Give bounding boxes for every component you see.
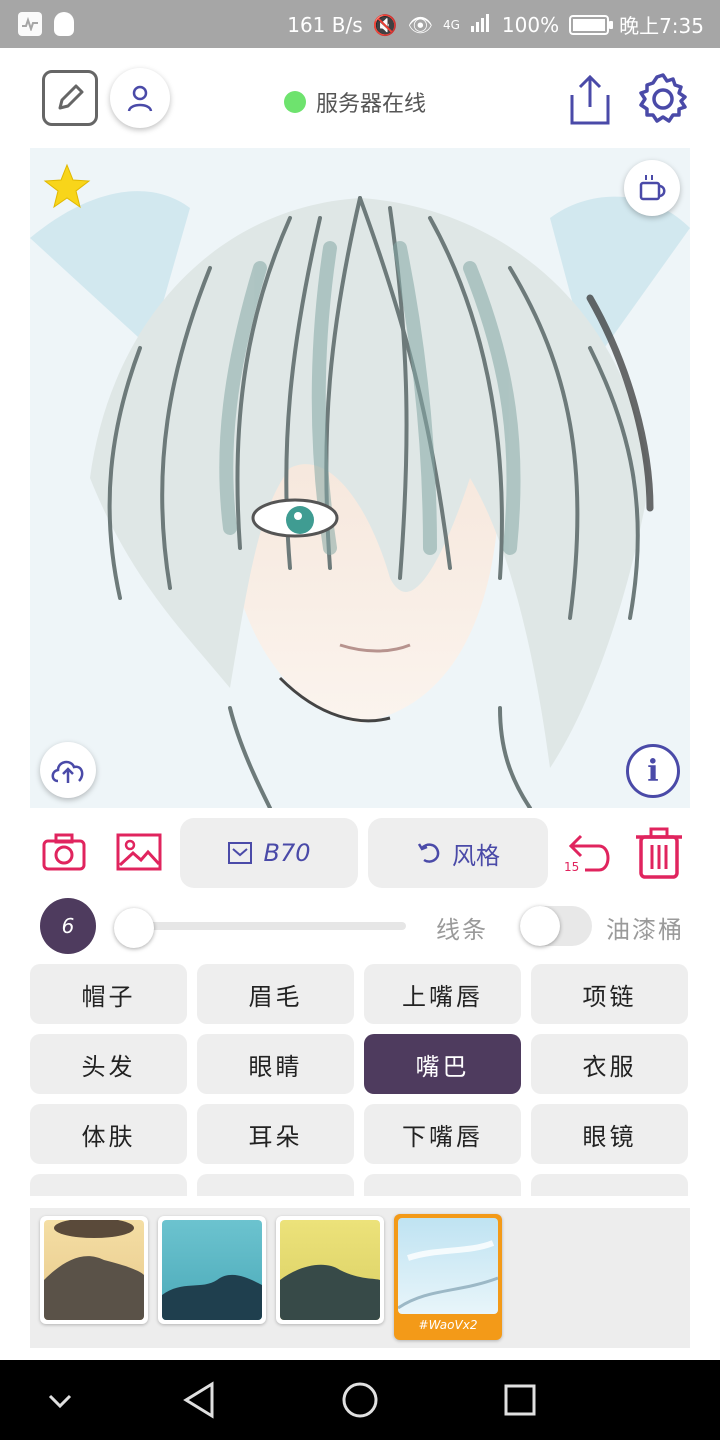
style-thumbnails: #WaoVx2	[30, 1208, 690, 1348]
status-dot	[284, 91, 306, 113]
favorite-button[interactable]	[42, 162, 92, 212]
coffee-button[interactable]	[624, 160, 680, 216]
style-preview-image	[280, 1264, 380, 1320]
back-button[interactable]	[182, 1380, 218, 1420]
home-button[interactable]	[340, 1380, 380, 1420]
status-left-icons	[18, 12, 74, 36]
parts-grid: 帽子 眉毛 上嘴唇 项链头发 眼睛 嘴巴 衣服体肤 耳朵 下嘴唇 眼镜	[30, 964, 688, 1196]
eye-icon: 👁	[407, 12, 433, 37]
status-right: 161 B/s 🔇 👁 4G 100% 晚上7:35	[287, 10, 704, 39]
style-thumbnail[interactable]	[158, 1216, 266, 1324]
info-button[interactable]: i	[626, 744, 680, 798]
part-button[interactable]: 头发	[30, 1034, 187, 1094]
activity-icon	[18, 12, 42, 36]
trash-icon	[636, 827, 682, 879]
part-button[interactable]: 上嘴唇	[364, 964, 521, 1024]
gallery-button[interactable]	[114, 830, 164, 874]
undo-count: 15	[564, 860, 580, 874]
user-icon	[127, 85, 153, 112]
paint-bucket-toggle[interactable]	[520, 906, 592, 946]
bucket-label: 油漆桶	[606, 916, 684, 944]
b-preset-button[interactable]: B70	[180, 818, 358, 888]
share-icon	[570, 74, 610, 125]
chevron-down-icon	[48, 1394, 72, 1409]
style-selected-label: #WaoVx2	[418, 1318, 478, 1332]
style-preview-image	[398, 1240, 498, 1310]
line-label: 线条	[436, 916, 488, 944]
style-preview-image	[162, 1274, 262, 1320]
server-status-label: 服务器在线	[316, 92, 427, 117]
star-icon	[43, 163, 91, 209]
clock: 晚上7:35	[619, 14, 704, 38]
share-button[interactable]	[564, 72, 616, 128]
coffee-cup-icon	[639, 175, 666, 201]
style-label: 风格	[452, 841, 500, 870]
undo-button[interactable]: 15	[560, 826, 616, 878]
envelope-icon	[228, 842, 253, 864]
user-button[interactable]	[110, 68, 170, 128]
mute-icon: 🔇	[372, 12, 398, 37]
part-button[interactable]: 体肤	[30, 1104, 187, 1164]
anime-portrait-illustration	[30, 148, 690, 808]
part-button[interactable]: 项链	[531, 964, 688, 1024]
server-status: 服务器在线	[284, 86, 426, 118]
settings-button[interactable]	[634, 70, 692, 128]
part-button[interactable]: 眉毛	[197, 964, 354, 1024]
recents-button[interactable]	[502, 1382, 538, 1418]
battery-percent: 100%	[501, 12, 560, 37]
qq-icon	[54, 12, 74, 36]
camera-button[interactable]	[40, 830, 88, 874]
home-circle-icon	[342, 1382, 378, 1418]
part-button[interactable]: 耳朵	[197, 1104, 354, 1164]
style-thumbnail-selected[interactable]: #WaoVx2	[394, 1214, 502, 1340]
toggle-knob	[520, 906, 560, 946]
brush-settings-row: 6 线条 油漆桶	[0, 896, 720, 960]
style-thumbnail[interactable]	[276, 1216, 384, 1324]
brush-size-value: 6	[61, 914, 75, 938]
part-button[interactable]: 眼镜	[531, 1104, 688, 1164]
style-preview-image	[44, 1220, 144, 1320]
delete-button[interactable]	[632, 824, 686, 882]
refresh-icon	[417, 843, 440, 863]
style-thumbnail[interactable]	[40, 1216, 148, 1324]
b-preset-label: B70	[263, 839, 311, 867]
upload-button[interactable]	[40, 742, 96, 798]
part-button-partial[interactable]	[30, 1174, 187, 1196]
info-icon: i	[647, 753, 659, 789]
edit-button[interactable]	[42, 70, 98, 126]
camera-icon	[42, 833, 86, 871]
part-button[interactable]: 衣服	[531, 1034, 688, 1094]
network-type: 4G	[442, 17, 460, 32]
recents-square-icon	[504, 1384, 536, 1416]
settings-icon	[639, 73, 687, 123]
battery-icon	[569, 14, 614, 35]
signal-icon	[470, 12, 492, 37]
part-button-partial[interactable]	[197, 1174, 354, 1196]
part-button[interactable]: 帽子	[30, 964, 187, 1024]
top-toolbar: 服务器在线	[0, 48, 720, 148]
line-width-slider-thumb[interactable]	[114, 908, 154, 948]
part-button[interactable]: 下嘴唇	[364, 1104, 521, 1164]
part-button-partial[interactable]	[364, 1174, 521, 1196]
part-button[interactable]: 眼睛	[197, 1034, 354, 1094]
part-button[interactable]: 嘴巴	[364, 1034, 521, 1094]
line-width-slider-track[interactable]	[134, 922, 406, 930]
back-triangle-icon	[183, 1381, 214, 1419]
style-button[interactable]: 风格	[368, 818, 548, 888]
drawing-canvas[interactable]: i	[30, 148, 690, 808]
navigation-bar	[0, 1360, 720, 1440]
edit-icon	[58, 84, 84, 110]
image-icon	[116, 833, 162, 871]
net-speed: 161 B/s	[287, 12, 363, 37]
status-bar: 161 B/s 🔇 👁 4G 100% 晚上7:35	[0, 0, 720, 48]
hide-keyboard-button[interactable]	[44, 1384, 76, 1416]
part-button-partial[interactable]	[531, 1174, 688, 1196]
action-row: B70 风格 15	[0, 816, 720, 892]
brush-size-badge[interactable]: 6	[40, 898, 96, 954]
cloud-upload-icon	[51, 760, 84, 783]
